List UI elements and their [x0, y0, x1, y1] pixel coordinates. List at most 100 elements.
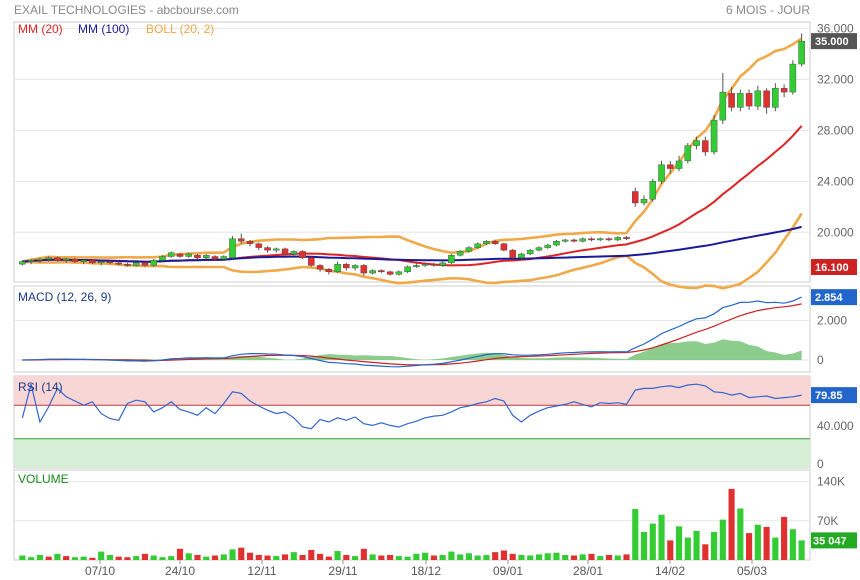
rsi-oversold-zone	[14, 438, 810, 468]
volume-bar	[737, 508, 744, 560]
volume-bar	[185, 553, 192, 560]
boll-lower-line	[22, 212, 803, 290]
candle-body	[334, 263, 341, 273]
volume-tick-label: 70K	[817, 514, 838, 528]
volume-bar	[746, 533, 753, 560]
volume-bar	[693, 530, 700, 560]
candle-body	[614, 237, 622, 241]
candle-body	[579, 238, 586, 242]
candle-body	[439, 262, 446, 266]
volume-bar	[579, 554, 586, 560]
price-tick-label: 20.000	[817, 225, 854, 239]
candle-body	[675, 160, 683, 169]
candle-body	[719, 91, 727, 121]
volume-bar	[325, 556, 332, 560]
candle-body	[535, 247, 543, 251]
volume-bar	[702, 544, 709, 560]
volume-bar	[150, 555, 157, 560]
volume-bar	[781, 516, 788, 560]
macd-series	[22, 296, 802, 368]
candle-body	[509, 249, 516, 258]
candle-body	[238, 238, 245, 242]
legend-volume: VOLUME	[18, 472, 69, 486]
legend-boll: BOLL (20, 2)	[146, 22, 214, 36]
legend-rsi: RSI (14)	[18, 380, 63, 394]
candle-body	[789, 63, 797, 93]
volume-bar	[439, 554, 446, 560]
volume-bar	[343, 554, 350, 560]
volume-bar	[492, 552, 499, 560]
candle-body	[693, 140, 700, 146]
candle-body	[684, 145, 692, 162]
volume-bar	[317, 553, 324, 560]
volume-bar	[640, 532, 648, 560]
candle-body	[667, 164, 674, 169]
volume-bar	[527, 555, 534, 560]
candle-body	[404, 266, 411, 273]
macd-tick-label: 2.000	[817, 314, 847, 328]
volume-bar	[246, 552, 254, 560]
candle-body	[456, 251, 464, 256]
candle-body	[159, 256, 166, 261]
volume-bar	[71, 557, 78, 560]
volume-bar	[483, 554, 490, 560]
candle-body	[588, 238, 595, 241]
candle-body	[570, 239, 578, 242]
volume-bar	[159, 557, 166, 560]
volume-bar	[509, 553, 516, 560]
rsi-axis: 40.000 0 79.85	[811, 387, 857, 471]
volume-bar	[80, 556, 87, 560]
candle-body	[150, 260, 157, 266]
candle-body	[763, 90, 770, 108]
volume-bar	[597, 556, 604, 560]
volume-bar	[562, 554, 569, 560]
candle-body	[141, 262, 149, 266]
candle-body	[246, 241, 254, 244]
price-tick-label: 32.000	[817, 72, 854, 86]
candle-body	[211, 256, 219, 260]
candle-body	[176, 253, 184, 257]
volume-bar	[54, 553, 61, 560]
volume-bar	[535, 554, 543, 560]
candle-body	[474, 243, 481, 248]
volume-bars	[19, 488, 805, 560]
candle-body	[737, 93, 744, 108]
candle-body	[526, 249, 534, 255]
candle-body	[167, 252, 175, 257]
x-tick-label: 05/03	[737, 564, 767, 578]
candle-body	[702, 140, 709, 153]
price-gridlines	[14, 27, 810, 233]
volume-bar	[352, 556, 359, 560]
candle-body	[45, 257, 52, 260]
volume-bar	[194, 554, 201, 560]
volume-bar	[798, 540, 805, 560]
candle-body	[421, 263, 429, 266]
candle-body	[483, 241, 490, 244]
candle-body	[325, 269, 333, 273]
candle-body	[413, 265, 420, 267]
candle-body	[640, 198, 648, 204]
volume-bar	[675, 526, 683, 560]
panel-frames	[13, 21, 811, 561]
macd-value: 2.854	[815, 292, 843, 304]
x-tick-label: 09/01	[493, 564, 523, 578]
volume-bar	[789, 529, 796, 560]
volume-bar	[106, 554, 113, 560]
candle-body	[264, 247, 271, 251]
candle-body	[395, 271, 403, 275]
volume-bar	[273, 556, 280, 560]
volume-gridlines	[14, 481, 810, 522]
x-tick-label: 18/12	[411, 564, 441, 578]
rsi-tick-label: 40.000	[817, 419, 854, 433]
macd-histogram	[22, 339, 802, 360]
candle-body	[97, 261, 105, 264]
candle-body	[448, 255, 455, 264]
volume-bar	[500, 550, 507, 560]
volume-bar	[98, 551, 105, 560]
x-tick-label: 29/11	[328, 564, 357, 578]
volume-bar	[360, 548, 367, 560]
candle-body	[632, 191, 639, 204]
volume-bar	[378, 555, 385, 560]
volume-bar	[133, 556, 140, 560]
volume-bar	[238, 547, 245, 560]
